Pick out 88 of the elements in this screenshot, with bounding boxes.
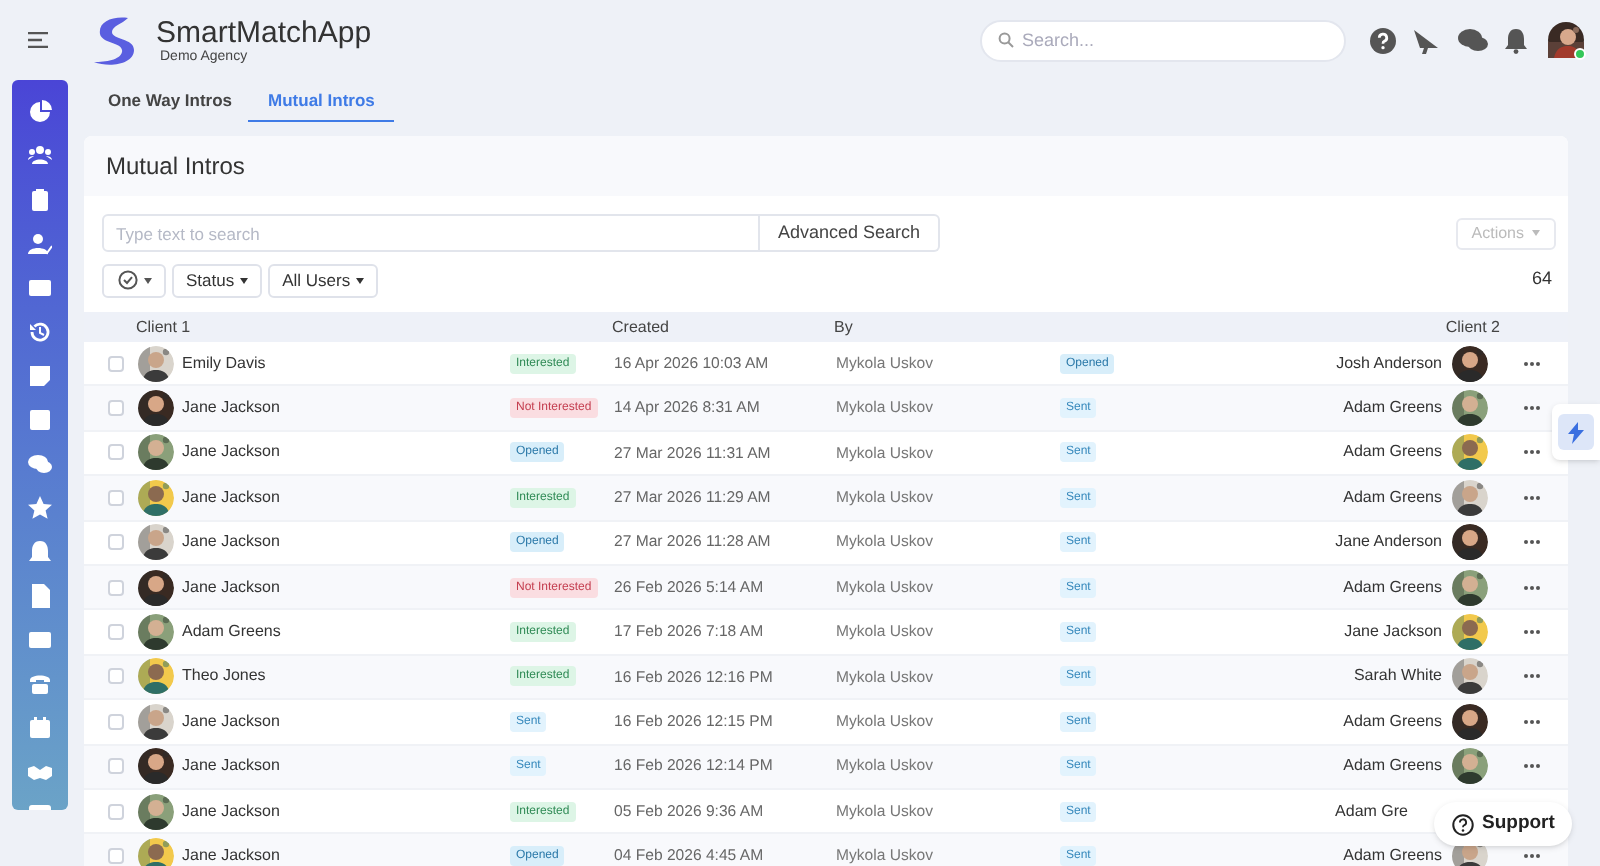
column-header: By bbox=[834, 315, 853, 339]
row-checkbox[interactable] bbox=[108, 758, 124, 775]
star-icon[interactable] bbox=[28, 496, 52, 520]
pie-chart-icon[interactable] bbox=[28, 100, 52, 124]
help-icon bbox=[1452, 813, 1474, 835]
more-icon[interactable] bbox=[1524, 585, 1540, 590]
more-icon[interactable] bbox=[1524, 764, 1540, 769]
note-icon[interactable] bbox=[28, 364, 52, 388]
more-icon[interactable] bbox=[1524, 719, 1540, 724]
client-name[interactable]: Jane Jackson bbox=[182, 799, 280, 824]
more-icon[interactable] bbox=[1524, 450, 1540, 455]
client-name[interactable]: Adam Greens bbox=[1343, 485, 1442, 510]
file-icon[interactable] bbox=[28, 584, 52, 608]
more-icon[interactable] bbox=[1524, 853, 1540, 858]
clipboard-icon[interactable] bbox=[28, 188, 52, 212]
client-name[interactable]: Emily Davis bbox=[182, 351, 266, 376]
select-dropdown-button[interactable] bbox=[102, 263, 166, 297]
table-search-field[interactable]: Type text to search bbox=[102, 214, 760, 252]
column-header: Created bbox=[612, 315, 671, 339]
client-name[interactable]: Jane Anderson bbox=[1335, 530, 1442, 555]
client-name[interactable]: Jane Jackson bbox=[182, 396, 280, 421]
row-checkbox[interactable] bbox=[108, 489, 124, 506]
client-name[interactable]: Adam Greens bbox=[1343, 843, 1442, 866]
client-name[interactable]: Jane Jackson bbox=[182, 709, 280, 734]
row-checkbox[interactable] bbox=[108, 713, 124, 730]
caret-icon bbox=[240, 277, 249, 283]
card-title: Mutual Intros bbox=[106, 150, 245, 184]
quick-action-button[interactable] bbox=[1552, 404, 1600, 460]
calendar-icon[interactable] bbox=[28, 716, 52, 740]
check-circle-icon bbox=[117, 270, 137, 290]
client-name[interactable]: Adam Greens bbox=[1343, 396, 1442, 421]
user-check-icon[interactable] bbox=[28, 232, 52, 256]
column-header: Client 1 bbox=[136, 315, 193, 339]
caret-icon bbox=[143, 277, 151, 283]
client-name[interactable]: Jane Jackson bbox=[182, 754, 280, 779]
tab[interactable]: One Way Intros bbox=[92, 82, 249, 122]
chat-icon[interactable] bbox=[1458, 28, 1488, 52]
phone-icon[interactable] bbox=[28, 672, 52, 696]
chat-icon[interactable] bbox=[28, 452, 52, 476]
more-icon[interactable] bbox=[1524, 674, 1540, 679]
more-icon[interactable] bbox=[1524, 540, 1540, 545]
row-checkbox[interactable] bbox=[108, 803, 124, 820]
filter-dropdown[interactable]: All Users bbox=[268, 263, 379, 297]
client-name[interactable]: Jane Jackson bbox=[182, 575, 280, 600]
client-name[interactable]: Sarah White bbox=[1353, 664, 1442, 689]
more-icon[interactable] bbox=[1524, 495, 1540, 500]
online-status-icon bbox=[1574, 48, 1586, 60]
support-button[interactable]: Support bbox=[1434, 802, 1573, 846]
menu-icon[interactable] bbox=[28, 32, 48, 48]
row-checkbox[interactable] bbox=[108, 355, 124, 372]
row-checkbox[interactable] bbox=[108, 847, 124, 864]
help-icon[interactable] bbox=[1370, 27, 1396, 53]
row-checkbox[interactable] bbox=[108, 444, 124, 461]
tab[interactable]: Mutual Intros bbox=[248, 82, 395, 122]
search-icon bbox=[998, 32, 1014, 48]
app-name: SmartMatchApp bbox=[156, 17, 372, 47]
client-name[interactable]: Jane Jackson bbox=[182, 843, 280, 866]
client-name[interactable]: Jane Jackson bbox=[182, 530, 280, 555]
more-icon[interactable] bbox=[1524, 361, 1540, 366]
filter-dropdown[interactable]: Status bbox=[172, 263, 263, 297]
advanced-search-button[interactable]: Advanced Search bbox=[760, 214, 941, 252]
client-name[interactable]: Adam Greens bbox=[1343, 440, 1442, 465]
client-name[interactable]: Theo Jones bbox=[182, 664, 266, 689]
row-checkbox[interactable] bbox=[108, 534, 124, 551]
row-checkbox[interactable] bbox=[108, 400, 124, 417]
row-checkbox[interactable] bbox=[108, 579, 124, 596]
client-name[interactable]: Jane Jackson bbox=[182, 440, 280, 465]
column-header: Client 2 bbox=[1445, 315, 1500, 339]
client-name[interactable]: Adam Gre bbox=[1335, 799, 1408, 824]
client-name[interactable]: Jane Jackson bbox=[182, 485, 280, 510]
history-icon[interactable] bbox=[28, 320, 52, 344]
client-name[interactable]: Adam Greens bbox=[1343, 754, 1442, 779]
users-icon[interactable] bbox=[28, 144, 52, 168]
row-checkbox[interactable] bbox=[108, 668, 124, 685]
caret-icon bbox=[356, 277, 365, 283]
bell-icon[interactable] bbox=[28, 540, 52, 564]
row-checkbox[interactable] bbox=[108, 624, 124, 641]
more-icon[interactable] bbox=[1524, 630, 1540, 635]
client-name[interactable]: Adam Greens bbox=[182, 620, 281, 645]
bell-icon[interactable] bbox=[1504, 27, 1528, 53]
client-name[interactable]: Jane Jackson bbox=[1344, 620, 1442, 645]
search-field[interactable]: Search... bbox=[980, 19, 1346, 61]
result-count: 64 bbox=[1531, 266, 1552, 293]
more-icon[interactable] bbox=[1524, 406, 1540, 411]
client-name[interactable]: Josh Anderson bbox=[1336, 351, 1442, 376]
client-name[interactable]: Adam Greens bbox=[1343, 709, 1442, 734]
caret-icon bbox=[1532, 230, 1540, 236]
client-name[interactable]: Adam Greens bbox=[1343, 575, 1442, 600]
